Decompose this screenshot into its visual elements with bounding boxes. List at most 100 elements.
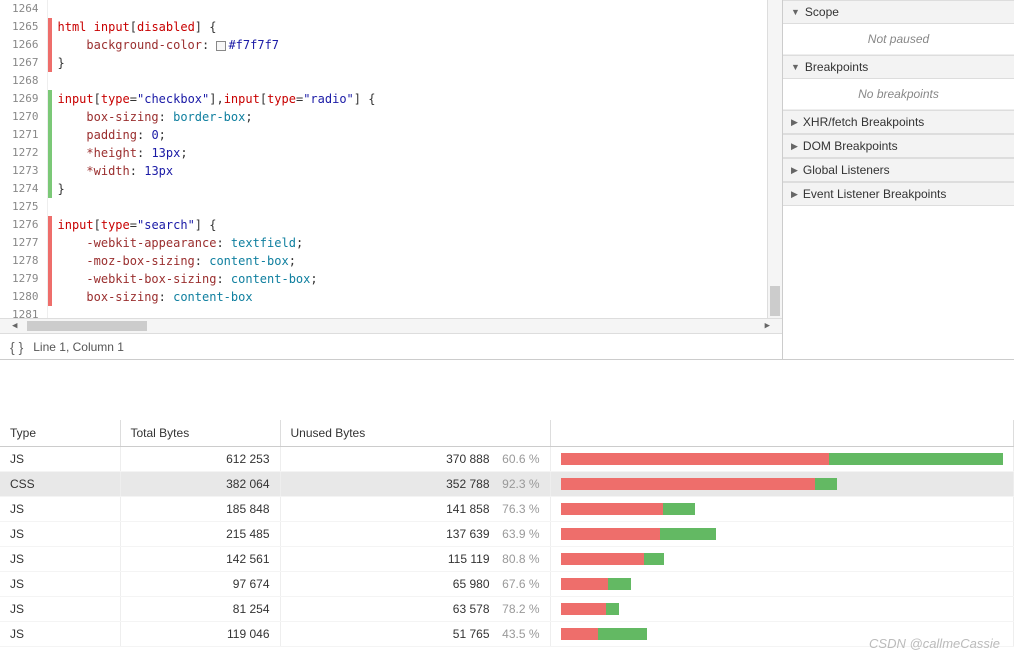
coverage-bar-cell <box>550 597 1014 622</box>
coverage-bar-cell <box>550 497 1014 522</box>
code-content[interactable]: html input[disabled] { background-color:… <box>52 0 768 318</box>
line-number[interactable]: 1276 <box>0 216 47 234</box>
source-code-pane: 1264126512661267126812691270127112721273… <box>0 0 782 359</box>
usage-bar <box>561 528 717 540</box>
line-number[interactable]: 1278 <box>0 252 47 270</box>
sidebar-section-header[interactable]: Event Listener Breakpoints <box>783 182 1014 206</box>
vertical-scrollbar[interactable] <box>767 0 782 318</box>
code-line[interactable] <box>52 306 768 318</box>
line-number[interactable]: 1277 <box>0 234 47 252</box>
code-line[interactable] <box>52 0 768 18</box>
pretty-print-icon[interactable]: { } <box>10 339 23 355</box>
line-number[interactable]: 1271 <box>0 126 47 144</box>
coverage-row[interactable]: JS97 67465 98067.6 % <box>0 572 1014 597</box>
sidebar-section-label: XHR/fetch Breakpoints <box>803 115 924 129</box>
code-line[interactable]: } <box>52 180 768 198</box>
sidebar-section-header[interactable]: Breakpoints <box>783 55 1014 79</box>
coverage-row[interactable]: CSS382 064352 78892.3 % <box>0 472 1014 497</box>
coverage-unused-cell: 65 98067.6 % <box>280 572 550 597</box>
code-line[interactable]: input[type="search"] { <box>52 216 768 234</box>
usage-bar <box>561 478 837 490</box>
code-line[interactable]: *width: 13px <box>52 162 768 180</box>
line-number[interactable]: 1273 <box>0 162 47 180</box>
coverage-total-cell: 612 253 <box>120 447 280 472</box>
usage-bar <box>561 628 647 640</box>
sidebar-section-label: DOM Breakpoints <box>803 139 898 153</box>
code-line[interactable]: padding: 0; <box>52 126 768 144</box>
sidebar-section-label: Global Listeners <box>803 163 890 177</box>
line-number[interactable]: 1265 <box>0 18 47 36</box>
sidebar-section-label: Breakpoints <box>805 60 868 74</box>
coverage-row[interactable]: JS185 848141 85876.3 % <box>0 497 1014 522</box>
sidebar-section-header[interactable]: Scope <box>783 0 1014 24</box>
unused-bar-segment <box>561 453 829 465</box>
usage-bar <box>561 578 632 590</box>
code-line[interactable]: -webkit-appearance: textfield; <box>52 234 768 252</box>
line-number-gutter[interactable]: 1264126512661267126812691270127112721273… <box>0 0 48 318</box>
used-bar-segment <box>815 478 836 490</box>
coverage-table: TypeTotal BytesUnused Bytes JS612 253370… <box>0 420 1014 647</box>
line-number[interactable]: 1264 <box>0 0 47 18</box>
line-number[interactable]: 1267 <box>0 54 47 72</box>
line-number[interactable]: 1269 <box>0 90 47 108</box>
line-number[interactable]: 1266 <box>0 36 47 54</box>
cursor-position: Line 1, Column 1 <box>33 340 124 354</box>
unused-bar-segment <box>561 603 607 615</box>
sidebar-section-header[interactable]: DOM Breakpoints <box>783 134 1014 158</box>
coverage-column-header[interactable] <box>550 420 1014 447</box>
chevron-right-icon <box>791 141 798 152</box>
code-line[interactable]: -webkit-box-sizing: content-box; <box>52 270 768 288</box>
chevron-down-icon <box>791 7 800 17</box>
debugger-sidebar: ScopeNot pausedBreakpointsNo breakpoints… <box>782 0 1014 359</box>
coverage-unused-cell: 370 88860.6 % <box>280 447 550 472</box>
coverage-column-header[interactable]: Type <box>0 420 120 447</box>
line-number[interactable]: 1274 <box>0 180 47 198</box>
code-line[interactable]: -moz-box-sizing: content-box; <box>52 252 768 270</box>
scroll-left-icon[interactable]: ◀ <box>12 321 17 331</box>
line-number[interactable]: 1279 <box>0 270 47 288</box>
horizontal-scroll-thumb[interactable] <box>27 321 147 331</box>
sidebar-section-header[interactable]: XHR/fetch Breakpoints <box>783 110 1014 134</box>
unused-bar-segment <box>561 503 664 515</box>
code-line[interactable]: html input[disabled] { <box>52 18 768 36</box>
vertical-scroll-thumb[interactable] <box>770 286 780 316</box>
line-number[interactable]: 1281 <box>0 306 47 318</box>
coverage-type-cell: JS <box>0 522 120 547</box>
usage-bar <box>561 453 1004 465</box>
code-line[interactable] <box>52 72 768 90</box>
sidebar-section-header[interactable]: Global Listeners <box>783 158 1014 182</box>
line-number[interactable]: 1268 <box>0 72 47 90</box>
used-bar-segment <box>598 628 647 640</box>
used-bar-segment <box>644 553 664 565</box>
code-line[interactable]: box-sizing: border-box; <box>52 108 768 126</box>
scroll-right-icon[interactable]: ▶ <box>765 321 770 331</box>
line-number[interactable]: 1280 <box>0 288 47 306</box>
coverage-row[interactable]: JS119 04651 76543.5 % <box>0 622 1014 647</box>
coverage-column-header[interactable]: Unused Bytes <box>280 420 550 447</box>
code-line[interactable] <box>52 198 768 216</box>
code-line[interactable]: background-color: #f7f7f7 <box>52 36 768 54</box>
line-number[interactable]: 1272 <box>0 144 47 162</box>
coverage-unused-cell: 51 76543.5 % <box>280 622 550 647</box>
sidebar-section-label: Event Listener Breakpoints <box>803 187 946 201</box>
coverage-row[interactable]: JS142 561115 11980.8 % <box>0 547 1014 572</box>
code-line[interactable]: box-sizing: content-box <box>52 288 768 306</box>
editor-statusbar: { } Line 1, Column 1 <box>0 333 782 359</box>
coverage-type-cell: CSS <box>0 472 120 497</box>
code-line[interactable]: } <box>52 54 768 72</box>
code-line[interactable]: *height: 13px; <box>52 144 768 162</box>
horizontal-scrollbar[interactable]: ◀ ▶ <box>0 318 782 333</box>
coverage-column-header[interactable]: Total Bytes <box>120 420 280 447</box>
coverage-row[interactable]: JS215 485137 63963.9 % <box>0 522 1014 547</box>
coverage-row[interactable]: JS81 25463 57878.2 % <box>0 597 1014 622</box>
coverage-unused-cell: 352 78892.3 % <box>280 472 550 497</box>
coverage-total-cell: 215 485 <box>120 522 280 547</box>
code-line[interactable]: input[type="checkbox"],input[type="radio… <box>52 90 768 108</box>
used-bar-segment <box>660 528 716 540</box>
coverage-unused-cell: 115 11980.8 % <box>280 547 550 572</box>
line-number[interactable]: 1270 <box>0 108 47 126</box>
line-number[interactable]: 1275 <box>0 198 47 216</box>
coverage-row[interactable]: JS612 253370 88860.6 % <box>0 447 1014 472</box>
watermark: CSDN @callmeCassie <box>869 636 1000 651</box>
coverage-total-cell: 142 561 <box>120 547 280 572</box>
